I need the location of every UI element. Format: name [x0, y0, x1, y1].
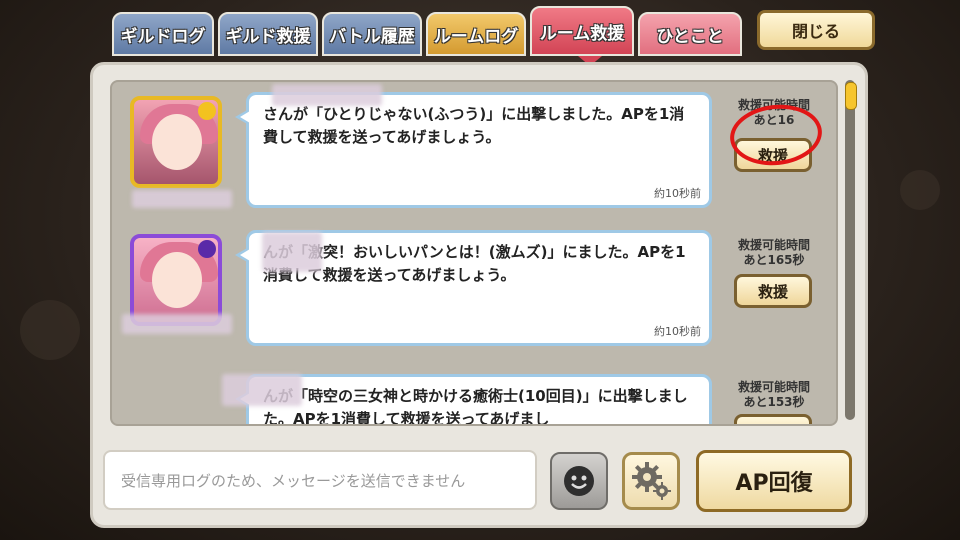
rescue-time-label: 救援可能時間 あと165秒 — [737, 238, 810, 267]
emote-button[interactable] — [550, 452, 608, 510]
tab-hitokoto[interactable]: ひとこと — [638, 12, 742, 56]
tab-guild-log[interactable]: ギルドログ — [112, 12, 214, 56]
rescue-button[interactable]: 救援 — [734, 414, 812, 424]
rescue-log-list[interactable]: さんが「ひとりじゃない(ふつう)」に出撃しました。APを1消費して救援を送ってあ… — [110, 80, 838, 426]
message-text: んが「激突！おいしいパンとは！(激ムズ)」にました。APを1消費して救援を送って… — [263, 243, 686, 284]
rescue-time-label: 救援可能時間 あと153秒 — [737, 380, 810, 409]
timestamp: 約10秒前 — [654, 325, 701, 338]
element-badge-icon — [198, 240, 216, 258]
avatar[interactable] — [130, 234, 222, 326]
list-item: んが「激突！おいしいパンとは！(激ムズ)」にました。APを1消費して救援を送って… — [112, 228, 836, 363]
tab-room-log[interactable]: ルームログ — [426, 12, 526, 56]
scrollbar-thumb[interactable] — [845, 82, 857, 110]
tab-battle-history[interactable]: バトル履歴 — [322, 12, 422, 56]
close-button[interactable]: 閉じる — [757, 10, 875, 50]
redacted-name — [272, 84, 382, 106]
redacted-name — [132, 190, 232, 208]
message-input[interactable]: 受信専用ログのため、メッセージを送信できません — [103, 450, 537, 510]
avatar[interactable] — [130, 96, 222, 188]
ap-recover-button[interactable]: AP回復 — [696, 450, 852, 512]
smiley-icon — [564, 466, 594, 496]
message-bubble: んが「時空の三女神と時かける癒術士(10回目)」に出撃しました。APを1消費して… — [235, 374, 712, 426]
redacted-name — [122, 314, 232, 334]
settings-button[interactable] — [622, 452, 680, 510]
message-text: さんが「ひとりじゃない(ふつう)」に出撃しました。APを1消費して救援を送ってあ… — [263, 105, 685, 146]
redacted-name — [262, 232, 322, 272]
tab-guild-rescue[interactable]: ギルド救援 — [218, 12, 318, 56]
background-decoration — [20, 300, 80, 360]
scrollbar-track[interactable] — [845, 80, 855, 420]
rescue-button[interactable]: 救援 — [734, 274, 812, 308]
timestamp: 約10秒前 — [654, 187, 701, 200]
background-decoration — [900, 170, 940, 210]
tab-room-rescue[interactable]: ルーム救援 — [530, 6, 634, 56]
message-bubble: さんが「ひとりじゃない(ふつう)」に出撃しました。APを1消費して救援を送ってあ… — [235, 92, 712, 208]
element-badge-icon — [198, 102, 216, 120]
redacted-name — [222, 374, 302, 406]
list-item: さんが「ひとりじゃない(ふつう)」に出撃しました。APを1消費して救援を送ってあ… — [112, 84, 836, 225]
tab-bar: ギルドログ ギルド救援 バトル履歴 ルームログ ルーム救援 ひとこと — [112, 6, 742, 56]
list-item: んが「時空の三女神と時かける癒術士(10回目)」に出撃しました。APを1消費して… — [112, 372, 836, 426]
message-text: んが「時空の三女神と時かける癒術士(10回目)」に出撃しました。APを1消費して… — [263, 387, 688, 426]
gear-icon — [632, 462, 671, 500]
